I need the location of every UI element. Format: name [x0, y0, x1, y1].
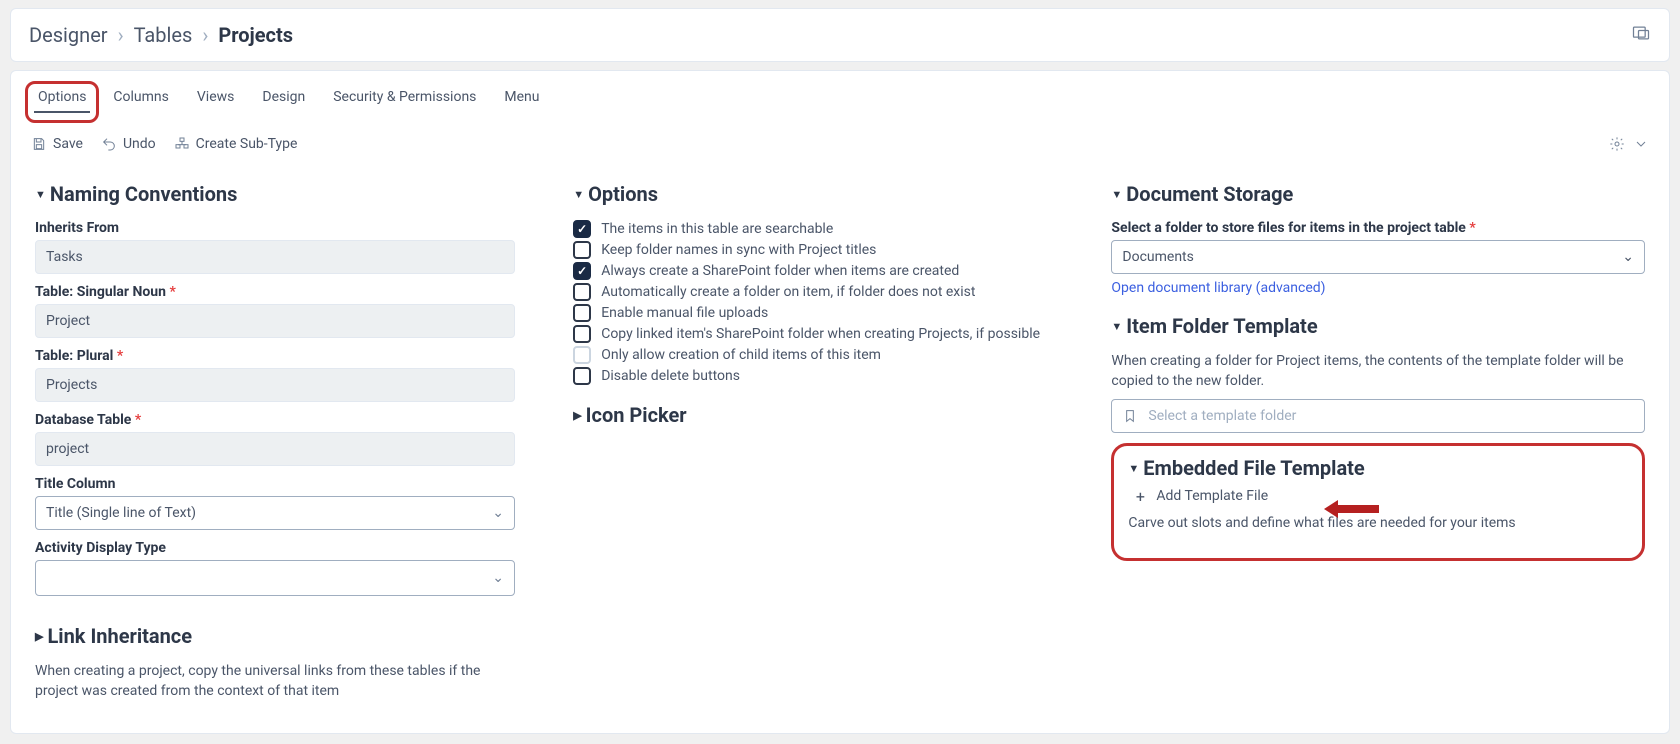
checkbox-icon[interactable]	[573, 220, 591, 238]
input-singular[interactable]: Project	[35, 304, 515, 338]
undo-label: Undo	[123, 136, 156, 152]
section-embedded-label: Embedded File Template	[1143, 456, 1364, 480]
select-title-col-value: Title (Single line of Text)	[46, 505, 196, 521]
section-doc-storage-label: Document Storage	[1126, 182, 1293, 206]
section-icon-picker-label: Icon Picker	[586, 403, 687, 427]
label-db: Database Table *	[35, 412, 543, 428]
section-options-label: Options	[588, 182, 658, 206]
tab-security[interactable]: Security & Permissions	[319, 81, 490, 123]
option-disable-delete[interactable]: Disable delete buttons	[573, 367, 1081, 385]
tab-menu[interactable]: Menu	[490, 81, 553, 123]
triangle-down-icon: ▼	[1111, 320, 1122, 333]
section-naming[interactable]: ▼ Naming Conventions	[35, 182, 543, 206]
input-db[interactable]: project	[35, 432, 515, 466]
label-title-col: Title Column	[35, 476, 543, 492]
section-item-folder-label: Item Folder Template	[1126, 314, 1317, 338]
doc-select-value: Documents	[1122, 249, 1193, 265]
save-label: Save	[53, 136, 83, 152]
tab-design[interactable]: Design	[248, 81, 319, 123]
arrow-annotation-icon	[1324, 496, 1384, 526]
checkbox-icon[interactable]	[573, 283, 591, 301]
checkbox-icon[interactable]	[573, 262, 591, 280]
tab-options[interactable]: Options	[25, 81, 99, 123]
plus-icon: +	[1132, 488, 1148, 504]
option-searchable[interactable]: The items in this table are searchable	[573, 220, 1081, 238]
chevron-down-icon: ⌄	[1622, 249, 1634, 265]
option-copy-linked[interactable]: Copy linked item's SharePoint folder whe…	[573, 325, 1081, 343]
select-title-col[interactable]: Title (Single line of Text) ⌄	[35, 496, 515, 530]
breadcrumb-tables[interactable]: Tables	[134, 23, 193, 47]
checkbox-icon[interactable]	[573, 325, 591, 343]
triangle-down-icon: ▼	[573, 188, 584, 201]
chevron-down-icon: ⌄	[492, 505, 504, 521]
tabs-row: Options Columns Views Design Security & …	[11, 71, 1669, 124]
create-subtype-button[interactable]: Create Sub-Type	[174, 136, 298, 152]
triangle-down-icon: ▼	[1128, 462, 1139, 475]
breadcrumb: Designer › Tables › Projects	[29, 23, 293, 47]
col-documents: ▼ Document Storage Select a folder to sto…	[1111, 182, 1645, 709]
window-icon[interactable]	[1631, 23, 1651, 47]
undo-button[interactable]: Undo	[101, 136, 156, 152]
embedded-template-callout: ▼ Embedded File Template + Add Template F…	[1111, 443, 1645, 561]
select-template-folder[interactable]: Select a template folder	[1111, 399, 1645, 433]
main-card: Options Columns Views Design Security & …	[10, 70, 1670, 734]
col-naming: ▼Naming Conventions Inherits From Tasks …	[35, 182, 543, 709]
label-plural: Table: Plural *	[35, 348, 543, 364]
label-activity: Activity Display Type	[35, 540, 543, 556]
gear-icon[interactable]	[1609, 136, 1625, 152]
item-folder-desc: When creating a folder for Project items…	[1111, 352, 1645, 391]
checkbox-icon[interactable]	[573, 241, 591, 259]
subtype-icon	[174, 136, 190, 152]
chevron-down-icon: ⌄	[492, 570, 504, 586]
chevron-right-icon: ›	[118, 23, 124, 47]
option-manual-upload[interactable]: Enable manual file uploads	[573, 304, 1081, 322]
link-open-doc-library[interactable]: Open document library (advanced)	[1111, 280, 1325, 296]
link-inherit-desc: When creating a project, copy the univer…	[35, 662, 515, 701]
label-doc-select: Select a folder to store files for items…	[1111, 220, 1645, 236]
save-icon	[31, 136, 47, 152]
section-link-inherit[interactable]: ▶ Link Inheritance	[35, 624, 543, 648]
option-child-only: Only allow creation of child items of th…	[573, 346, 1081, 364]
tab-views[interactable]: Views	[183, 81, 249, 123]
triangle-right-icon: ▶	[573, 409, 581, 422]
save-button[interactable]: Save	[31, 136, 83, 152]
triangle-down-icon: ▼	[35, 188, 46, 201]
option-always-sharepoint[interactable]: Always create a SharePoint folder when i…	[573, 262, 1081, 280]
label-singular: Table: Singular Noun *	[35, 284, 543, 300]
col-options: ▼ Options The items in this table are sea…	[573, 182, 1081, 709]
chevron-right-icon: ›	[202, 23, 208, 47]
toolbar: Save Undo Create Sub-Type	[11, 130, 1669, 158]
select-activity[interactable]: ⌄	[35, 560, 515, 596]
breadcrumb-root[interactable]: Designer	[29, 23, 108, 47]
section-naming-label: Naming Conventions	[50, 182, 237, 206]
section-options[interactable]: ▼ Options	[573, 182, 1081, 206]
label-inherits: Inherits From	[35, 220, 543, 236]
option-sync-folder[interactable]: Keep folder names in sync with Project t…	[573, 241, 1081, 259]
section-item-folder[interactable]: ▼ Item Folder Template	[1111, 314, 1645, 338]
triangle-right-icon: ▶	[35, 630, 43, 643]
section-link-inherit-label: Link Inheritance	[47, 624, 192, 648]
select-doc-folder[interactable]: Documents ⌄	[1111, 240, 1645, 274]
checkbox-icon[interactable]	[573, 367, 591, 385]
bookmark-icon	[1122, 408, 1138, 424]
create-subtype-label: Create Sub-Type	[196, 136, 298, 152]
tab-columns[interactable]: Columns	[99, 81, 182, 123]
section-embedded[interactable]: ▼ Embedded File Template	[1128, 456, 1628, 480]
checkbox-icon[interactable]	[573, 304, 591, 322]
input-plural[interactable]: Projects	[35, 368, 515, 402]
triangle-down-icon: ▼	[1111, 188, 1122, 201]
add-template-label: Add Template File	[1156, 488, 1268, 504]
page-header: Designer › Tables › Projects	[10, 8, 1670, 62]
section-doc-storage[interactable]: ▼ Document Storage	[1111, 182, 1645, 206]
content-columns: ▼Naming Conventions Inherits From Tasks …	[11, 158, 1669, 733]
option-autocreate[interactable]: Automatically create a folder on item, i…	[573, 283, 1081, 301]
chevron-down-icon[interactable]	[1633, 136, 1649, 152]
input-inherits[interactable]: Tasks	[35, 240, 515, 274]
undo-icon	[101, 136, 117, 152]
breadcrumb-current: Projects	[218, 23, 293, 47]
template-placeholder: Select a template folder	[1148, 408, 1296, 424]
section-icon-picker[interactable]: ▶ Icon Picker	[573, 403, 1081, 427]
checkbox-icon	[573, 346, 591, 364]
